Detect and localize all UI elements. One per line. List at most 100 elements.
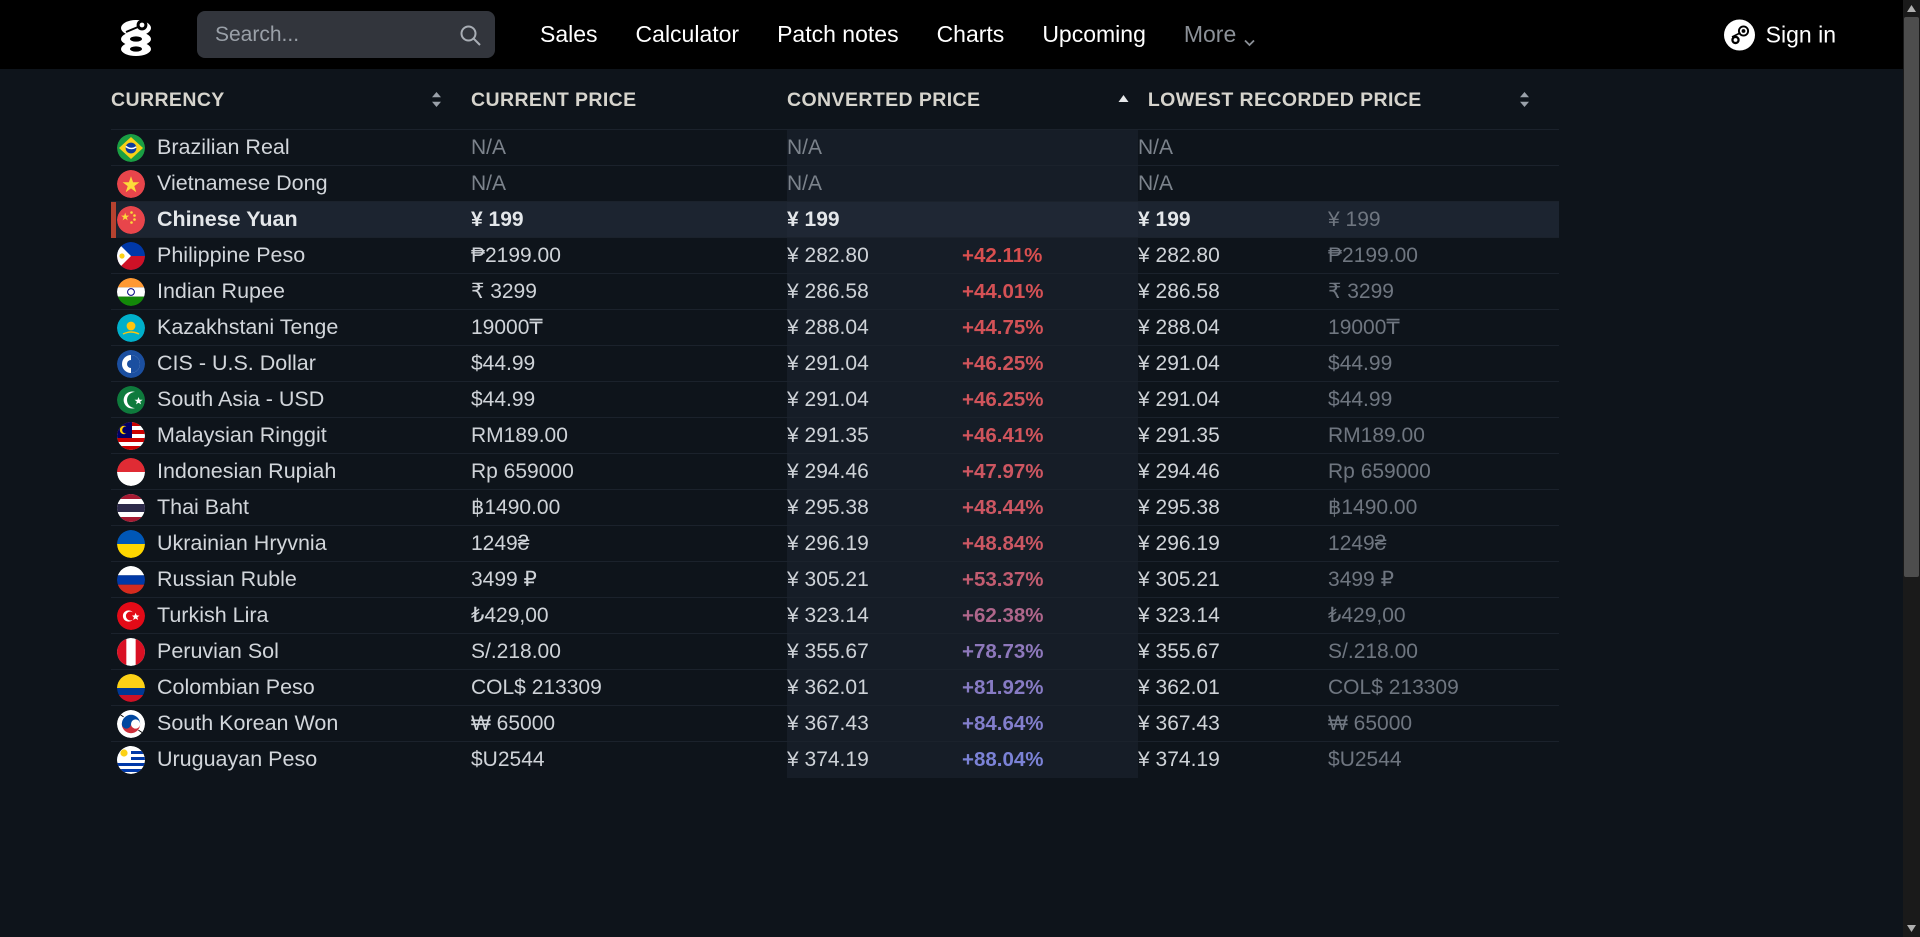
table-row[interactable]: Vietnamese Dong N/A N/A N/A: [111, 166, 1559, 202]
cell-converted-price: N/A: [787, 166, 962, 202]
column-header-converted-price[interactable]: CONVERTED PRICE: [787, 69, 1138, 130]
search-icon[interactable]: [457, 22, 483, 48]
table-row[interactable]: CIS - U.S. Dollar $44.99 ¥ 291.04 +46.25…: [111, 346, 1559, 382]
flag-cis-icon: [117, 350, 145, 378]
nav-item-sales[interactable]: Sales: [521, 0, 617, 69]
table-row[interactable]: South Asia - USD $44.99 ¥ 291.04 +46.25%…: [111, 382, 1559, 418]
flag-turkey-icon: [117, 602, 145, 630]
cell-currency[interactable]: Uruguayan Peso: [111, 742, 471, 778]
scroll-down-arrow-icon[interactable]: [1903, 920, 1920, 937]
search-box[interactable]: [197, 11, 495, 58]
flag-vietnam-icon: [117, 170, 145, 198]
table-row[interactable]: Philippine Peso ₱2199.00 ¥ 282.80 +42.11…: [111, 238, 1559, 274]
cell-currency[interactable]: Brazilian Real: [111, 130, 471, 166]
lowest-price-value: ¥ 374.19: [1138, 748, 1220, 771]
lowest-price-value: ¥ 291.04: [1138, 388, 1220, 411]
current-price-value: ₱2199.00: [471, 244, 561, 267]
table-row[interactable]: Kazakhstani Tenge 19000₸ ¥ 288.04 +44.75…: [111, 310, 1559, 346]
table-row[interactable]: Thai Baht ฿1490.00 ¥ 295.38 +48.44% ¥ 29…: [111, 490, 1559, 526]
nav-item-upcoming[interactable]: Upcoming: [1023, 0, 1165, 69]
cell-currency[interactable]: Malaysian Ringgit: [111, 418, 471, 454]
column-header-currency[interactable]: CURRENCY: [111, 69, 429, 130]
cell-currency[interactable]: Turkish Lira: [111, 598, 471, 634]
current-price-value: N/A: [471, 136, 506, 159]
cell-current-price: $44.99: [471, 382, 787, 418]
lowest-original-value: ₩ 65000: [1328, 712, 1412, 735]
lowest-original-value: ₺429,00: [1328, 604, 1406, 627]
nav-item-patch-notes[interactable]: Patch notes: [758, 0, 917, 69]
cell-currency[interactable]: Thai Baht: [111, 490, 471, 526]
steamdb-logo-icon[interactable]: [110, 9, 162, 61]
converted-price-value: ¥ 323.14: [787, 604, 869, 627]
cell-currency[interactable]: Ukrainian Hryvnia: [111, 526, 471, 562]
cell-lowest-original: ₱2199.00: [1328, 238, 1559, 274]
cell-currency[interactable]: Colombian Peso: [111, 670, 471, 706]
table-row[interactable]: Peruvian Sol S/.218.00 ¥ 355.67 +78.73% …: [111, 634, 1559, 670]
table-row[interactable]: Chinese Yuan ¥ 199 ¥ 199 ¥ 199 ¥ 199: [111, 202, 1559, 238]
sort-toggle-lowest[interactable]: [1517, 69, 1559, 130]
table-row[interactable]: Ukrainian Hryvnia 1249₴ ¥ 296.19 +48.84%…: [111, 526, 1559, 562]
lowest-original-value: $U2544: [1328, 748, 1402, 771]
table-row[interactable]: Indian Rupee ₹ 3299 ¥ 286.58 +44.01% ¥ 2…: [111, 274, 1559, 310]
cell-currency[interactable]: Indian Rupee: [111, 274, 471, 310]
scrollbar-thumb[interactable]: [1904, 17, 1919, 577]
table-row[interactable]: Uruguayan Peso $U2544 ¥ 374.19 +88.04% ¥…: [111, 742, 1559, 778]
cell-current-price: ₹ 3299: [471, 274, 787, 310]
cell-percent-change: +46.25%: [962, 382, 1138, 418]
flag-brazil-icon: [117, 134, 145, 162]
nav-item-calculator[interactable]: Calculator: [617, 0, 759, 69]
cell-converted-price: N/A: [787, 130, 962, 166]
table-row[interactable]: Brazilian Real N/A N/A N/A: [111, 130, 1559, 166]
lowest-price-value: ¥ 199: [1138, 208, 1191, 231]
cell-percent-change: +84.64%: [962, 706, 1138, 742]
cell-converted-price: ¥ 282.80: [787, 238, 962, 274]
cell-percent-change: +81.92%: [962, 670, 1138, 706]
column-header-lowest-recorded-price[interactable]: LOWEST RECORDED PRICE: [1138, 69, 1517, 130]
cell-currency[interactable]: Kazakhstani Tenge: [111, 310, 471, 346]
cell-currency[interactable]: Vietnamese Dong: [111, 166, 471, 202]
lowest-price-value: ¥ 355.67: [1138, 640, 1220, 663]
page-scrollbar[interactable]: [1903, 0, 1920, 937]
cell-lowest-original: 1249₴: [1328, 526, 1559, 562]
cell-currency[interactable]: Indonesian Rupiah: [111, 454, 471, 490]
search-input[interactable]: [197, 11, 495, 58]
site-header: Sales Calculator Patch notes Charts Upco…: [0, 0, 1920, 69]
cell-current-price: COL$ 213309: [471, 670, 787, 706]
cell-converted-price: ¥ 288.04: [787, 310, 962, 346]
cell-currency[interactable]: South Korean Won: [111, 706, 471, 742]
main-nav: Sales Calculator Patch notes Charts Upco…: [521, 0, 1275, 69]
converted-price-value: ¥ 291.35: [787, 424, 869, 447]
column-header-converted-price-label: CONVERTED PRICE: [787, 89, 980, 111]
sort-toggle-currency[interactable]: [429, 69, 471, 130]
scroll-up-arrow-icon[interactable]: [1903, 0, 1920, 17]
table-row[interactable]: South Korean Won ₩ 65000 ¥ 367.43 +84.64…: [111, 706, 1559, 742]
cell-currency[interactable]: Peruvian Sol: [111, 634, 471, 670]
currency-name: Thai Baht: [157, 495, 249, 520]
column-header-current-price[interactable]: CURRENT PRICE: [471, 69, 787, 130]
cell-currency[interactable]: CIS - U.S. Dollar: [111, 346, 471, 382]
table-row[interactable]: Turkish Lira ₺429,00 ¥ 323.14 +62.38% ¥ …: [111, 598, 1559, 634]
table-row[interactable]: Russian Ruble 3499 ₽ ¥ 305.21 +53.37% ¥ …: [111, 562, 1559, 598]
cell-currency[interactable]: Chinese Yuan: [111, 202, 471, 238]
currency-name: Turkish Lira: [157, 603, 269, 628]
cell-lowest-price: ¥ 282.80: [1138, 238, 1328, 274]
nav-item-charts[interactable]: Charts: [918, 0, 1024, 69]
percent-change-value: +78.73%: [962, 640, 1044, 663]
lowest-price-value: ¥ 296.19: [1138, 532, 1220, 555]
table-row[interactable]: Colombian Peso COL$ 213309 ¥ 362.01 +81.…: [111, 670, 1559, 706]
cell-percent-change: +78.73%: [962, 634, 1138, 670]
current-price-value: S/.218.00: [471, 640, 561, 663]
cell-current-price: 3499 ₽: [471, 562, 787, 598]
cell-currency[interactable]: Philippine Peso: [111, 238, 471, 274]
cell-currency[interactable]: South Asia - USD: [111, 382, 471, 418]
cell-lowest-original: Rp 659000: [1328, 454, 1559, 490]
cell-lowest-original: [1328, 130, 1559, 166]
cell-currency[interactable]: Russian Ruble: [111, 562, 471, 598]
sign-in-button[interactable]: Sign in: [1724, 19, 1836, 50]
cell-lowest-original: ฿1490.00: [1328, 490, 1559, 526]
current-price-value: 1249₴: [471, 532, 529, 555]
cell-lowest-price: ¥ 296.19: [1138, 526, 1328, 562]
table-row[interactable]: Indonesian Rupiah Rp 659000 ¥ 294.46 +47…: [111, 454, 1559, 490]
table-row[interactable]: Malaysian Ringgit RM189.00 ¥ 291.35 +46.…: [111, 418, 1559, 454]
nav-item-more[interactable]: More: [1165, 21, 1275, 48]
